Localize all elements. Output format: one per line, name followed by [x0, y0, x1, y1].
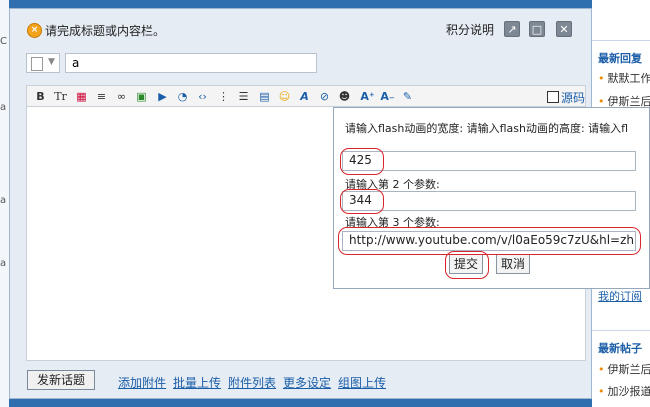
- quote-icon[interactable]: ◔: [175, 89, 190, 104]
- close-circle-icon: ×: [27, 23, 42, 38]
- more-settings-link[interactable]: 更多设定: [283, 374, 331, 391]
- points-info-link[interactable]: 积分说明: [446, 21, 494, 38]
- source-mode-toggle[interactable]: 源码: [547, 89, 585, 106]
- highlight-annotation: [338, 227, 641, 255]
- highlight-annotation: [445, 251, 489, 279]
- latest-replies-heading: 最新回复: [598, 52, 642, 65]
- smiley-icon[interactable]: ☺: [277, 89, 292, 104]
- tools-icon[interactable]: ✎: [400, 89, 415, 104]
- attachment-list-link[interactable]: 附件列表: [228, 374, 276, 391]
- latest-posts-heading: 最新帖子: [598, 342, 642, 355]
- background-mark: a: [0, 102, 7, 113]
- bold-icon[interactable]: B: [33, 89, 48, 104]
- media-icon[interactable]: ▶: [155, 89, 170, 104]
- source-label: 源码: [561, 91, 586, 105]
- image-icon[interactable]: ▣: [134, 89, 149, 104]
- superscript-icon[interactable]: A⁺: [360, 89, 375, 104]
- batch-upload-link[interactable]: 批量上传: [173, 374, 221, 391]
- color-icon[interactable]: ▦: [74, 89, 89, 104]
- close-icon[interactable]: ✕: [556, 21, 572, 37]
- highlight-annotation: [340, 189, 384, 214]
- list-item[interactable]: 伊斯兰后: [598, 361, 650, 377]
- list-item[interactable]: 加沙报道: [598, 383, 650, 399]
- flash-width-input[interactable]: 425: [342, 151, 636, 171]
- highlight-annotation: [340, 148, 384, 175]
- document-icon: [31, 57, 43, 71]
- checkbox[interactable]: [547, 91, 559, 103]
- chevron-down-icon: ▼: [48, 57, 55, 67]
- gallery-upload-link[interactable]: 组图上传: [338, 374, 386, 391]
- qq-icon[interactable]: ☻: [337, 89, 352, 104]
- post-topic-button[interactable]: 发新话题: [27, 370, 95, 390]
- list-item[interactable]: 默默工作: [598, 70, 650, 86]
- flash-icon[interactable]: ⊘: [317, 89, 332, 104]
- background-mark: a: [0, 195, 7, 206]
- my-subscriptions-link[interactable]: 我的订阅: [598, 288, 642, 304]
- add-attachment-link[interactable]: 添加附件: [118, 374, 166, 391]
- flash-insert-popup: 请输入flash动画的宽度: 请输入flash动画的高度: 请输入fl 425 …: [333, 107, 650, 289]
- background-mark: C: [0, 36, 7, 47]
- flash-size-prompt: 请输入flash动画的宽度: 请输入flash动画的高度: 请输入fl: [345, 122, 629, 135]
- font-size-icon[interactable]: Tr: [53, 89, 68, 104]
- title-input[interactable]: [65, 53, 317, 73]
- flash-height-input[interactable]: 344: [342, 191, 636, 211]
- code-icon[interactable]: ‹›: [195, 89, 210, 104]
- link-icon[interactable]: ∞: [114, 89, 129, 104]
- validation-message: 请完成标题或内容栏。: [45, 24, 166, 38]
- post-type-select[interactable]: ▼: [26, 53, 60, 73]
- table-icon[interactable]: ▤: [257, 89, 272, 104]
- background-mark: a: [0, 258, 7, 269]
- align-icon[interactable]: ≡: [94, 89, 109, 104]
- cancel-button[interactable]: 取消: [496, 254, 530, 274]
- maximize-icon[interactable]: □: [529, 21, 545, 37]
- editor-toolbar: B Tr ▦ ≡ ∞ ▣ ▶ ◔ ‹› ⋮ ☰ ▤ ☺ A ⊘ ☻ A⁺ A₋ …: [26, 85, 586, 107]
- background-left-strip: C a a a: [0, 0, 9, 407]
- indent-icon[interactable]: ☰: [236, 89, 251, 104]
- ordered-list-icon[interactable]: ⋮: [216, 89, 231, 104]
- subscript-icon[interactable]: A₋: [380, 89, 395, 104]
- popout-icon[interactable]: ↗: [504, 21, 520, 37]
- font-icon[interactable]: A: [297, 89, 312, 104]
